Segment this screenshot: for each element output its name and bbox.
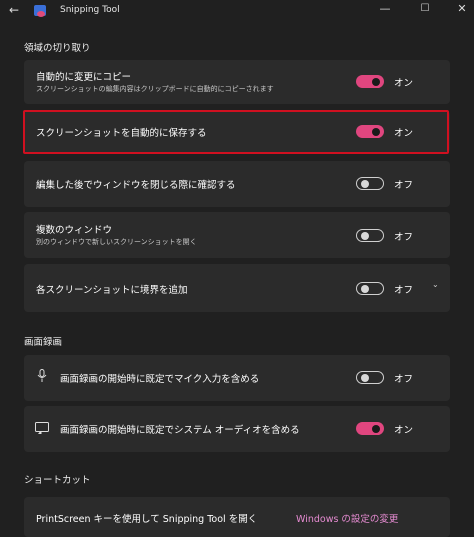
toggle-state-label: オン	[394, 425, 414, 436]
highlight-box	[23, 110, 449, 154]
setting-include-system-audio: 画面録画の開始時に既定でシステム オーディオを含める オン	[24, 406, 450, 452]
auto-copy-toggle[interactable]	[356, 75, 384, 88]
section-title-screen-recording: 画面録画	[24, 337, 63, 348]
speaker-screen-icon	[35, 422, 49, 438]
windows-settings-link[interactable]: Windows の設定の変更	[296, 511, 398, 525]
setting-description: スクリーンショットの編集内容はクリップボードに自動的にコピーされます	[36, 85, 274, 93]
title-bar: ← Snipping Tool — ☐ ✕	[0, 0, 474, 22]
toggle-knob	[372, 77, 380, 86]
setting-label: 編集した後でウィンドウを閉じる際に確認する	[36, 180, 236, 191]
toggle-knob	[361, 232, 369, 240]
setting-label: 画面録画の開始時に既定でマイク入力を含める	[60, 374, 260, 385]
include-mic-toggle[interactable]	[356, 371, 384, 384]
setting-printscreen-shortcut: PrintScreen キーを使用して Snipping Tool を開く Wi…	[24, 497, 450, 537]
setting-label: 各スクリーンショットに境界を追加	[36, 285, 188, 296]
window-title: Snipping Tool	[60, 5, 120, 15]
setting-confirm-close: 編集した後でウィンドウを閉じる際に確認する オフ	[24, 161, 450, 207]
toggle-state-label: オフ	[394, 374, 414, 385]
setting-label: 自動的に変更にコピー	[36, 72, 132, 83]
snipping-tool-app-icon	[34, 5, 46, 17]
minimize-button[interactable]: —	[375, 2, 395, 15]
setting-label: 画面録画の開始時に既定でシステム オーディオを含める	[60, 425, 300, 436]
toggle-knob	[372, 424, 380, 433]
confirm-close-toggle[interactable]	[356, 177, 384, 190]
toggle-state-label: オフ	[394, 232, 414, 243]
include-system-audio-toggle[interactable]	[356, 422, 384, 435]
add-border-toggle[interactable]	[356, 282, 384, 295]
setting-auto-copy: 自動的に変更にコピー スクリーンショットの編集内容はクリップボードに自動的にコピ…	[24, 60, 450, 104]
toggle-knob	[361, 180, 369, 188]
setting-multiple-windows: 複数のウィンドウ 別のウィンドウで新しいスクリーンショットを開く オフ	[24, 212, 450, 258]
toggle-state-label: オフ	[394, 285, 414, 296]
back-arrow-icon[interactable]: ←	[9, 3, 19, 17]
toggle-knob	[361, 285, 369, 293]
setting-label: PrintScreen キーを使用して Snipping Tool を開く	[36, 514, 258, 525]
microphone-icon	[37, 369, 47, 386]
toggle-state-label: オン	[394, 78, 414, 89]
multiple-windows-toggle[interactable]	[356, 229, 384, 242]
section-title-shortcuts: ショートカット	[24, 475, 91, 486]
toggle-state-label: オフ	[394, 180, 414, 191]
chevron-down-icon[interactable]: ⌄	[432, 280, 439, 289]
setting-add-border[interactable]: 各スクリーンショットに境界を追加 オフ ⌄	[24, 264, 450, 312]
toggle-knob	[361, 374, 369, 382]
section-title-region-snip: 領域の切り取り	[24, 43, 91, 54]
setting-label: 複数のウィンドウ	[36, 225, 113, 236]
setting-description: 別のウィンドウで新しいスクリーンショットを開く	[36, 238, 197, 246]
maximize-button[interactable]: ☐	[415, 3, 435, 14]
setting-include-mic: 画面録画の開始時に既定でマイク入力を含める オフ	[24, 355, 450, 401]
close-button[interactable]: ✕	[452, 2, 472, 15]
